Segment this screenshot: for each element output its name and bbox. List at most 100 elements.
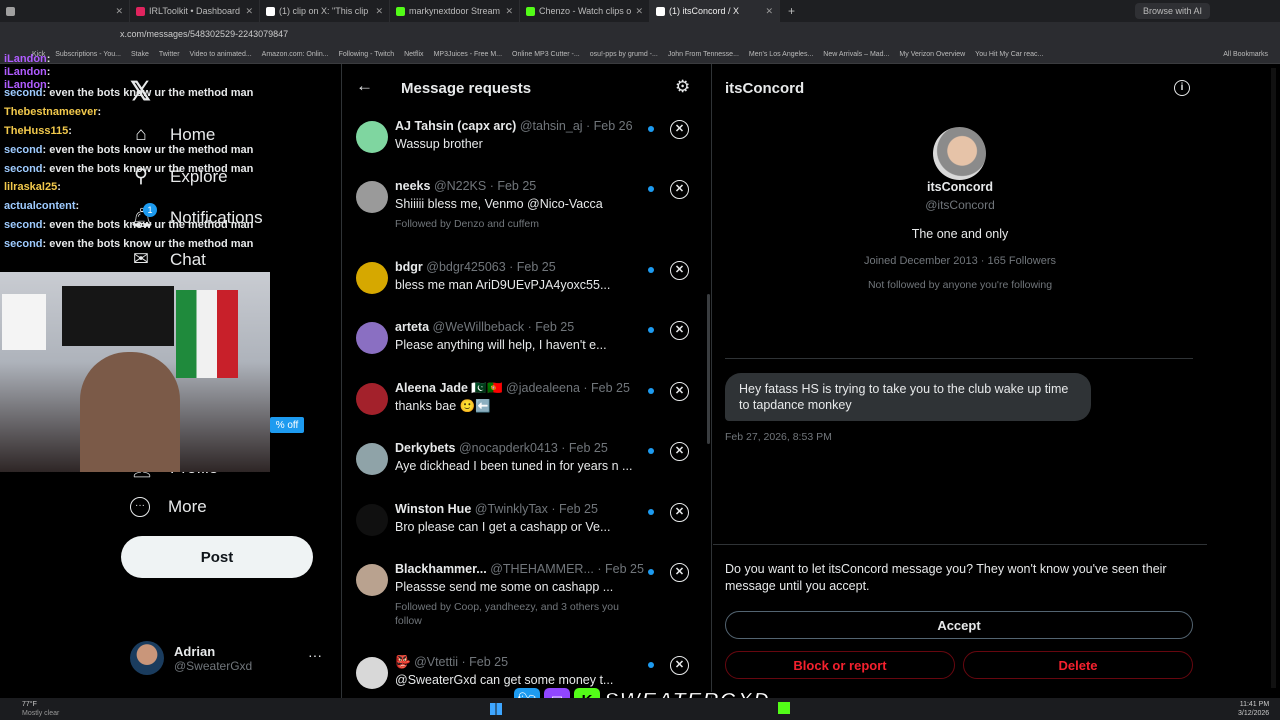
message-bubble[interactable]: Hey fatass HS is trying to take you to t… — [725, 373, 1091, 421]
windows-start-icon[interactable] — [490, 703, 502, 715]
bookmark[interactable]: Following - Twitch — [339, 51, 395, 58]
chat-message: TheHuss115: — [4, 124, 72, 137]
new-tab-button[interactable]: + — [780, 4, 803, 18]
message-request-item[interactable]: AJ Tahsin (capx arc) @tahsin_aj · Feb 26… — [342, 119, 711, 177]
bookmark[interactable]: osu!-pps by grumd -... — [590, 51, 658, 58]
more-circle-icon: ··· — [130, 497, 150, 517]
info-icon[interactable]: i — [1174, 80, 1190, 96]
jersey-image — [2, 294, 46, 350]
unread-dot — [648, 327, 654, 333]
all-bookmarks[interactable]: All Bookmarks — [1223, 51, 1268, 58]
bookmark[interactable]: Online MP3 Cutter -... — [512, 51, 580, 58]
close-icon[interactable]: ✕ — [765, 6, 773, 17]
dismiss-request-button[interactable]: ✕ — [670, 382, 689, 401]
discount-badge: % off — [270, 417, 304, 433]
person-silhouette — [80, 352, 180, 472]
chat-message: actualcontent: — [4, 200, 80, 213]
close-icon[interactable]: ✕ — [115, 6, 123, 17]
close-icon[interactable]: ✕ — [635, 6, 643, 17]
message-request-item[interactable]: neeks @N22KS · Feb 25 Shiiiii bless me, … — [342, 179, 711, 257]
avatar — [356, 383, 388, 415]
bookmark[interactable]: My Verizon Overview — [899, 51, 965, 58]
account-switcher[interactable]: Adrian @SweaterGxd ··· — [130, 641, 322, 675]
kick-taskbar-icon[interactable] — [778, 702, 790, 714]
post-button[interactable]: Post — [121, 536, 313, 578]
scrollbar[interactable] — [1271, 68, 1276, 688]
browser-tab-active[interactable]: (1) itsConcord / X ✕ — [650, 0, 780, 22]
message-requests-panel: ← Message requests ⚙ AJ Tahsin (capx arc… — [341, 64, 712, 698]
dismiss-request-button[interactable]: ✕ — [670, 120, 689, 139]
dismiss-request-button[interactable]: ✕ — [670, 261, 689, 280]
tab-favicon-icon — [526, 6, 535, 16]
message-request-item[interactable]: Winston Hue @TwinklyTax · Feb 25 Bro ple… — [342, 502, 711, 560]
message-request-item[interactable]: Blackhammer... @THEHAMMER... · Feb 25 Pl… — [342, 562, 711, 650]
bookmark[interactable]: Netflix — [404, 51, 423, 58]
unread-dot — [648, 448, 654, 454]
bookmark[interactable]: John From Tennesse... — [668, 51, 739, 58]
avatar — [356, 322, 388, 354]
flag-image — [176, 290, 238, 378]
profile-avatar[interactable] — [933, 127, 986, 180]
chat-message: second: even the bots know ur the method… — [4, 237, 254, 250]
gear-icon[interactable]: ⚙ — [675, 77, 690, 97]
chat-message: second: even the bots know ur the method… — [4, 143, 254, 156]
profile-bio: The one and only — [911, 227, 1009, 241]
scrollbar[interactable] — [707, 294, 710, 444]
dismiss-request-button[interactable]: ✕ — [670, 321, 689, 340]
close-icon[interactable]: ✕ — [375, 6, 383, 17]
stream-chat-overlay: iLandon: iLandon: iLandon: second: even … — [4, 53, 304, 254]
profile-name[interactable]: itsConcord — [713, 180, 1207, 194]
avatar — [130, 641, 164, 675]
os-taskbar: 77°F Mostly clear 11:41 PM 3/12/2026 — [0, 698, 1280, 720]
message-request-item[interactable]: Derkybets @nocapderk0413 · Feb 25 Aye di… — [342, 441, 711, 499]
browser-tab[interactable]: Chenzo - Watch clips on Kick✕ — [520, 0, 650, 22]
weather-widget[interactable]: 77°F Mostly clear — [22, 700, 59, 718]
dismiss-request-button[interactable]: ✕ — [670, 180, 689, 199]
page-title: Message requests — [401, 80, 532, 97]
nav-more[interactable]: ··· More — [130, 497, 207, 517]
browser-tab[interactable]: markynextdoor Stream - Watch✕ — [390, 0, 520, 22]
browser-tab[interactable]: IRLToolkit • Dashboard ✕ — [130, 0, 260, 22]
avatar — [356, 262, 388, 294]
accept-button[interactable]: Accept — [725, 611, 1193, 639]
webcam-overlay — [0, 272, 270, 472]
close-icon[interactable]: ✕ — [505, 6, 513, 17]
browser-tab-strip: ✕ IRLToolkit • Dashboard ✕ (1) clip on X:… — [0, 0, 1280, 22]
unread-dot — [648, 267, 654, 273]
message-request-item[interactable]: arteta @WeWillbeback · Feb 25 Please any… — [342, 320, 711, 378]
message-request-item[interactable]: bdgr @bdgr425063 · Feb 25 bless me man A… — [342, 260, 711, 318]
avatar — [356, 443, 388, 475]
bookmark[interactable]: MP3Juices - Free M... — [434, 51, 502, 58]
bookmark[interactable]: New Arrivals – Mad... — [823, 51, 889, 58]
chat-message: lilraskal25: — [4, 181, 61, 194]
chat-message: Thebestnameever: — [4, 106, 102, 119]
avatar — [356, 504, 388, 536]
bookmark[interactable]: Men's Los Angeles... — [749, 51, 813, 58]
dismiss-request-button[interactable]: ✕ — [670, 656, 689, 675]
dismiss-request-button[interactable]: ✕ — [670, 503, 689, 522]
message-request-item[interactable]: Aleena Jade 🇵🇰🇵🇹 @jadealeena · Feb 25 th… — [342, 381, 711, 439]
banner-image — [62, 286, 174, 346]
browser-tab[interactable]: ✕ — [0, 0, 130, 22]
bookmark[interactable]: You Hit My Car reac... — [975, 51, 1043, 58]
browser-tab[interactable]: (1) clip on X: "This clip of N"✕ — [260, 0, 390, 22]
account-name: Adrian — [174, 643, 216, 659]
avatar — [356, 564, 388, 596]
browse-ai-button[interactable]: Browse with AI — [1134, 3, 1210, 19]
back-arrow-icon[interactable]: ← — [356, 76, 373, 96]
delete-button[interactable]: Delete — [963, 651, 1193, 679]
unread-dot — [648, 662, 654, 668]
close-icon[interactable]: ✕ — [245, 6, 253, 17]
clock[interactable]: 11:41 PM 3/12/2026 — [1238, 700, 1269, 718]
divider — [725, 358, 1193, 359]
address-bar[interactable]: x.com/messages/548302529-2243079847 — [0, 22, 1280, 46]
unread-dot — [648, 126, 654, 132]
dismiss-request-button[interactable]: ✕ — [670, 442, 689, 461]
account-more-icon[interactable]: ··· — [308, 647, 322, 663]
tab-favicon-icon — [266, 6, 275, 16]
chat-message: second: even the bots know ur the method… — [4, 162, 254, 175]
tab-favicon-icon — [396, 6, 405, 16]
dismiss-request-button[interactable]: ✕ — [670, 563, 689, 582]
profile-handle: @itsConcord — [925, 198, 995, 212]
block-report-button[interactable]: Block or report — [725, 651, 955, 679]
